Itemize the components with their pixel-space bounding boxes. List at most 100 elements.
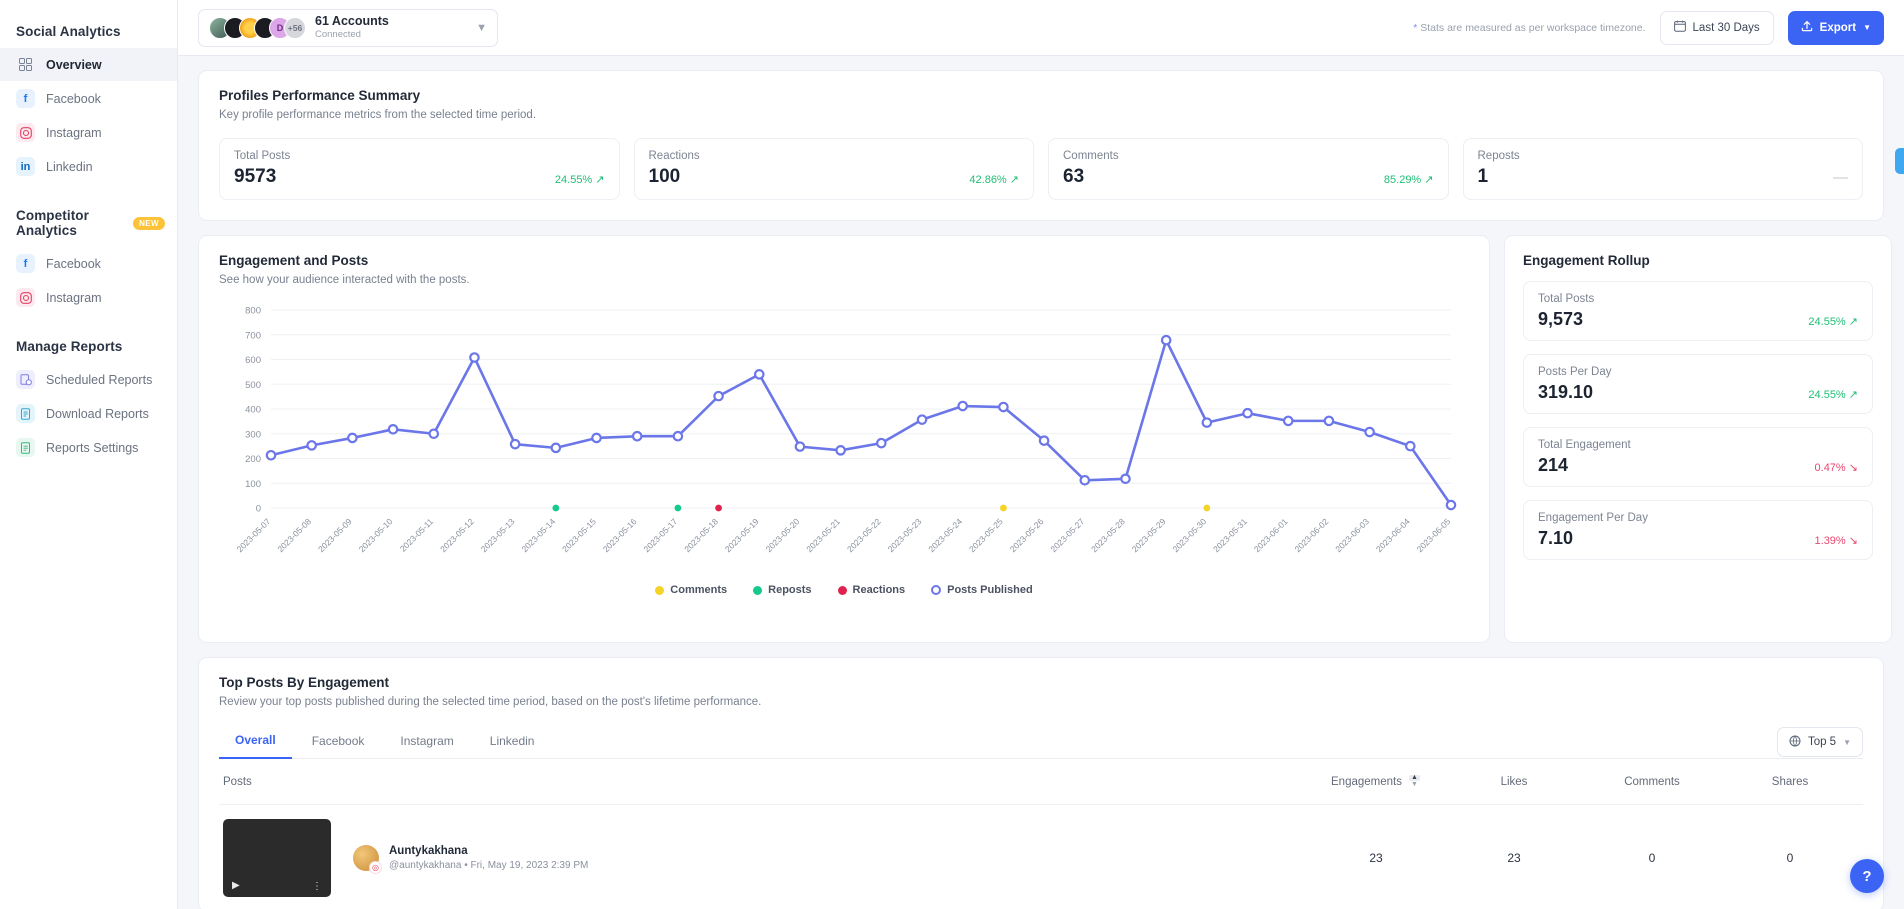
top-posts-tabs-right: Top 5 ▼: [1776, 727, 1863, 757]
tab-linkedin[interactable]: Linkedin: [474, 726, 551, 758]
sidebar-item-facebook[interactable]: f Facebook: [0, 82, 177, 115]
export-label: Export: [1819, 21, 1857, 34]
svg-text:2023-05-25: 2023-05-25: [967, 516, 1005, 554]
tab-overall[interactable]: Overall: [219, 725, 292, 759]
facebook-icon: f: [16, 89, 35, 108]
top-posts-table-header: Posts Engagements ▲ ▼ Likes Comments Shar…: [219, 759, 1863, 805]
sidebar-item-scheduled-reports[interactable]: Scheduled Reports: [0, 363, 177, 396]
column-header-comments[interactable]: Comments: [1583, 776, 1721, 788]
kpi-value: 1: [1477, 166, 1489, 187]
sidebar-item-label: Facebook: [46, 91, 101, 106]
svg-text:2023-05-21: 2023-05-21: [804, 516, 842, 554]
globe-icon: [1789, 735, 1801, 750]
chart-legend: Comments Reposts Reactions Posts Publish…: [219, 584, 1469, 596]
sidebar-item-label: Download Reports: [46, 406, 149, 421]
account-selector[interactable]: D +56 61 Accounts Connected ▼: [198, 8, 498, 47]
chevron-down-icon: ▼: [1843, 737, 1851, 747]
date-range-button[interactable]: Last 30 Days: [1659, 10, 1774, 45]
svg-text:2023-05-11: 2023-05-11: [398, 516, 436, 554]
legend-swatch-posts-published: [931, 585, 942, 595]
svg-text:2023-05-15: 2023-05-15: [560, 516, 598, 554]
kpi-delta: 24.55% ↗: [554, 174, 605, 186]
kpi-card-comments: Comments 63 85.29% ↗: [1048, 138, 1449, 200]
sidebar-item-label: Instagram: [46, 290, 102, 305]
rollup-label: Engagement Per Day: [1538, 512, 1648, 524]
chevron-down-icon[interactable]: ▼: [476, 22, 487, 34]
table-row[interactable]: ▶ ⋮ ◎ Auntykakhana @auntykakhana • Fri, …: [219, 805, 1863, 909]
sidebar: Social Analytics Overview f Facebook Ins…: [0, 0, 178, 909]
post-author-name: Auntykakhana: [389, 845, 468, 857]
legend-label: Posts Published: [947, 584, 1033, 596]
help-button[interactable]: ?: [1850, 859, 1884, 893]
asterisk-icon: *: [1413, 21, 1418, 34]
svg-text:2023-05-31: 2023-05-31: [1211, 516, 1249, 554]
column-header-shares[interactable]: Shares: [1721, 776, 1859, 788]
upload-icon: [1801, 20, 1813, 35]
sidebar-item-instagram[interactable]: Instagram: [0, 116, 177, 149]
sidebar-item-label: Linkedin: [46, 159, 93, 174]
cell-comments: 0: [1648, 851, 1656, 865]
chart-subtitle: See how your audience interacted with th…: [219, 274, 470, 286]
engagement-line-chart: 01002003004005006007008002023-05-07 2023-…: [235, 306, 1457, 554]
rollup-delta: 24.55% ↗: [1808, 316, 1858, 328]
kpi-row: Total Posts 9573 24.55% ↗ Reactions 100 …: [219, 138, 1863, 200]
tab-facebook[interactable]: Facebook: [296, 726, 381, 758]
svg-text:200: 200: [245, 454, 261, 465]
engagement-section: Engagement and Posts See how your audien…: [198, 235, 1892, 643]
column-header-posts: Posts: [223, 775, 252, 788]
sidebar-item-competitor-facebook[interactable]: f Facebook: [0, 247, 177, 280]
stats-note-text: Stats are measured as per workspace time…: [1420, 21, 1646, 34]
sidebar-item-competitor-instagram[interactable]: Instagram: [0, 281, 177, 314]
legend-item-reposts[interactable]: Reposts: [753, 584, 812, 596]
svg-text:2023-06-01: 2023-06-01: [1252, 516, 1290, 554]
column-header-engagements[interactable]: Engagements ▲ ▼: [1307, 773, 1445, 790]
svg-text:500: 500: [245, 380, 261, 391]
svg-text:2023-05-29: 2023-05-29: [1130, 516, 1168, 554]
legend-item-reactions[interactable]: Reactions: [837, 584, 905, 596]
svg-text:300: 300: [245, 429, 261, 440]
sidebar-item-download-reports[interactable]: Download Reports: [0, 397, 177, 430]
facebook-icon: f: [16, 254, 35, 273]
app-root: Social Analytics Overview f Facebook Ins…: [0, 0, 1904, 909]
summary-subtitle: Key profile performance metrics from the…: [219, 109, 537, 121]
chevron-down-icon: ▼: [1863, 23, 1871, 32]
sidebar-item-linkedin[interactable]: in Linkedin: [0, 150, 177, 183]
legend-swatch-reposts: [753, 585, 763, 595]
rollup-title: Engagement Rollup: [1523, 253, 1650, 268]
kpi-delta: 85.29% ↗: [1383, 174, 1434, 186]
column-header-likes[interactable]: Likes: [1445, 776, 1583, 788]
sidebar-item-overview[interactable]: Overview: [0, 48, 177, 81]
post-thumbnail[interactable]: ▶ ⋮: [223, 819, 331, 897]
rollup-value: 9,573: [1538, 309, 1584, 329]
sidebar-item-reports-settings[interactable]: Reports Settings: [0, 431, 177, 464]
kpi-card-total-posts: Total Posts 9573 24.55% ↗: [219, 138, 620, 200]
svg-text:2023-06-04: 2023-06-04: [1374, 516, 1412, 554]
sidebar-item-label: Overview: [46, 57, 102, 72]
top-count-label: Top 5: [1807, 736, 1837, 748]
svg-text:2023-05-23: 2023-05-23: [886, 516, 924, 554]
legend-item-posts-published[interactable]: Posts Published: [931, 584, 1033, 596]
kpi-label: Comments: [1063, 150, 1119, 162]
top-count-selector[interactable]: Top 5 ▼: [1776, 727, 1863, 757]
svg-text:2023-05-27: 2023-05-27: [1048, 516, 1086, 554]
svg-text:2023-05-24: 2023-05-24: [926, 516, 964, 554]
rollup-bottom: 9,573 24.55% ↗: [1538, 310, 1858, 328]
legend-swatch-comments: [655, 585, 665, 595]
tab-instagram[interactable]: Instagram: [384, 726, 469, 758]
svg-text:2023-05-20: 2023-05-20: [764, 516, 802, 554]
rollup-delta: 24.55% ↗: [1808, 389, 1858, 401]
export-button[interactable]: Export ▼: [1787, 10, 1884, 45]
content-scroll: Profiles Performance Summary Key profile…: [178, 56, 1904, 909]
linkedin-icon: in: [16, 157, 35, 176]
side-drawer-handle[interactable]: [1895, 148, 1904, 174]
more-options-icon[interactable]: ⋮: [312, 881, 322, 892]
sort-engagements-icon[interactable]: ▲ ▼: [1408, 773, 1421, 790]
kpi-delta: —: [1833, 169, 1848, 186]
play-icon[interactable]: ▶: [232, 880, 240, 891]
avatar: ◎: [353, 845, 382, 874]
account-title: 61 Accounts: [315, 13, 389, 28]
svg-text:400: 400: [245, 405, 261, 416]
legend-item-comments[interactable]: Comments: [655, 584, 727, 596]
svg-text:2023-05-14: 2023-05-14: [519, 516, 557, 554]
rollup-item-total-posts: Total Posts 9,573 24.55% ↗: [1523, 281, 1873, 341]
